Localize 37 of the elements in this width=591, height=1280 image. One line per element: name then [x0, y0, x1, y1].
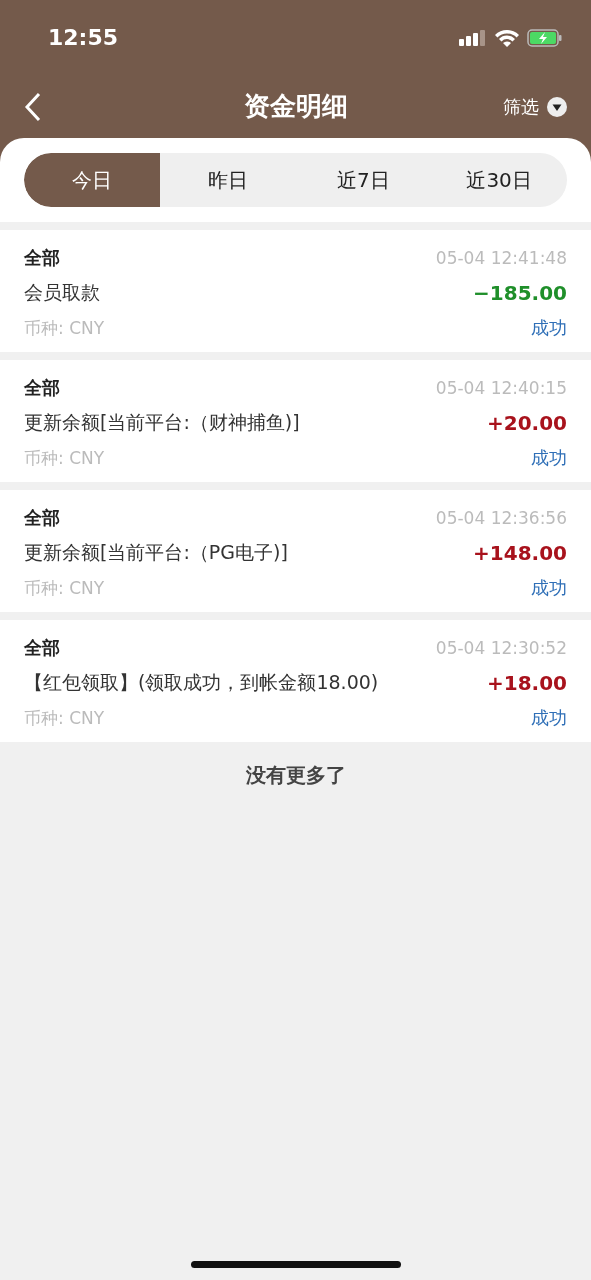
category-label: 全部	[24, 376, 60, 400]
filter-button[interactable]: 筛选	[503, 94, 567, 119]
date-tab[interactable]: 今日	[24, 153, 160, 207]
transaction-time: 05-04 12:41:48	[435, 248, 567, 268]
transaction-time: 05-04 12:30:52	[435, 638, 567, 658]
status-label: 成功	[531, 316, 567, 340]
transaction-amount: +148.00	[473, 541, 567, 565]
currency-label: 币种: CNY	[24, 576, 105, 600]
transaction-amount: +18.00	[486, 671, 567, 695]
currency-label: 币种: CNY	[24, 706, 105, 730]
date-tab[interactable]: 近30日	[431, 153, 567, 207]
transaction-description: 会员取款	[24, 280, 100, 305]
transaction-description: 【红包领取】(领取成功，到帐金额18.00)	[24, 670, 379, 695]
date-tab[interactable]: 近7日	[295, 153, 432, 207]
transaction-time: 05-04 12:36:56	[435, 508, 567, 528]
currency-label: 币种: CNY	[24, 316, 105, 340]
status-label: 成功	[531, 706, 567, 730]
transaction-description: 更新余额[当前平台:（PG电子)]	[24, 540, 288, 565]
page-title: 资金明细	[243, 90, 348, 123]
dropdown-icon	[547, 96, 567, 117]
end-of-list-text: 没有更多了	[245, 763, 346, 787]
status-time: 12:55	[48, 25, 119, 50]
transaction-description: 更新余额[当前平台:（财神捕鱼)]	[24, 410, 300, 435]
battery-icon	[527, 28, 563, 47]
back-button[interactable]	[24, 91, 42, 122]
status-label: 成功	[531, 446, 567, 470]
signal-icon	[459, 29, 487, 46]
wifi-icon	[495, 28, 519, 47]
transaction-amount: +20.00	[486, 411, 567, 435]
category-label: 全部	[24, 636, 60, 660]
transaction-amount: −185.00	[473, 281, 567, 305]
category-label: 全部	[24, 246, 60, 270]
status-label: 成功	[531, 576, 567, 600]
currency-label: 币种: CNY	[24, 446, 105, 470]
date-tab[interactable]: 昨日	[159, 153, 296, 207]
transaction-time: 05-04 12:40:15	[435, 378, 567, 398]
category-label: 全部	[24, 506, 60, 530]
